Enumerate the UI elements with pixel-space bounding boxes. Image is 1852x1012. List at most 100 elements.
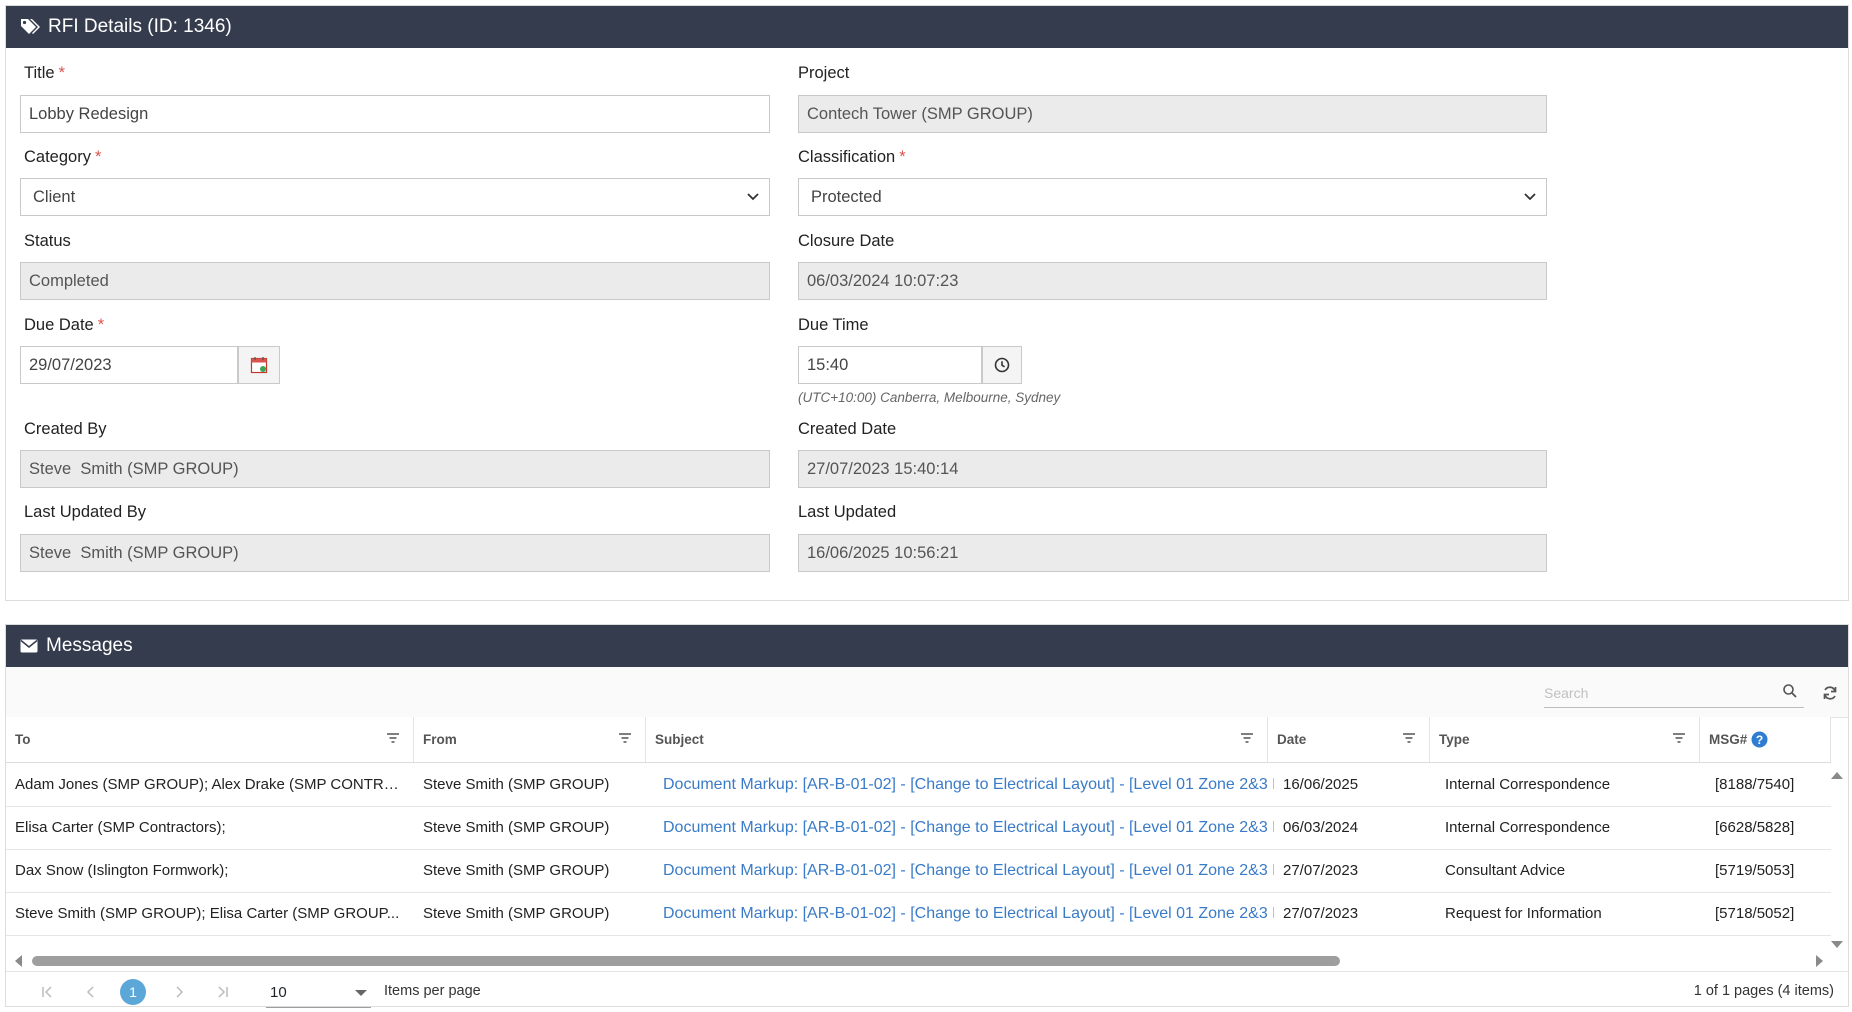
column-header-date[interactable]: Date	[1268, 717, 1430, 762]
cell-date: 27/07/2023	[1283, 905, 1359, 922]
rfi-details-header: RFI Details (ID: 1346)	[6, 6, 1848, 48]
cell-type: Internal Correspondence	[1445, 819, 1611, 836]
filter-icon[interactable]	[1673, 733, 1685, 743]
filter-icon[interactable]	[1241, 733, 1253, 743]
subject-link[interactable]: Document Markup: [AR-B-01-02] - [Change …	[654, 763, 1274, 806]
cell-to: Elisa Carter (SMP Contractors);	[15, 819, 226, 836]
classification-select[interactable]: Protected	[798, 178, 1547, 216]
time-picker-button[interactable]	[982, 346, 1022, 384]
project-value: Contech Tower (SMP GROUP)	[807, 104, 1033, 123]
last-page-button[interactable]	[210, 979, 236, 1005]
created-date-label: Created Date	[798, 420, 897, 438]
last-updated-label: Last Updated	[798, 503, 897, 521]
first-page-icon	[42, 986, 52, 998]
cell-to: Dax Snow (Islington Formwork);	[15, 862, 229, 879]
last-updated-field: 16/06/2025 10:56:21	[798, 534, 1547, 572]
filter-icon[interactable]	[387, 733, 399, 743]
chevron-down-icon	[1524, 193, 1536, 201]
calendar-button[interactable]	[238, 346, 280, 384]
search-icon[interactable]	[1782, 683, 1798, 699]
column-header-subject[interactable]: Subject	[646, 717, 1268, 762]
closure-date-value: 06/03/2024 10:07:23	[807, 271, 959, 290]
page-size-select[interactable]: 10	[266, 978, 371, 1008]
filter-icon[interactable]	[619, 733, 631, 743]
last-updated-by-field: Steve Smith (SMP GROUP)	[20, 534, 770, 572]
title-input[interactable]: Lobby Redesign	[20, 95, 770, 133]
messages-table-header: To From Subject Date Type MSG# ?	[6, 717, 1831, 763]
messages-title: Messages	[46, 635, 133, 656]
category-label: Category *	[24, 148, 102, 166]
table-row[interactable]: Adam Jones (SMP GROUP); Alex Drake (SMP …	[6, 763, 1831, 807]
scroll-up-arrow-icon[interactable]	[1829, 769, 1845, 781]
cell-msg: [5718/5052]	[1715, 905, 1795, 922]
due-date-label: Due Date *	[24, 316, 105, 334]
cell-msg: [5719/5053]	[1715, 862, 1795, 879]
due-date-value: 29/07/2023	[29, 355, 112, 374]
cell-date: 06/03/2024	[1283, 819, 1359, 836]
rfi-details-panel: RFI Details (ID: 1346) Title * Lobby Rede…	[5, 5, 1849, 601]
status-value: Completed	[29, 271, 109, 290]
messages-panel: Messages To From Subject	[5, 624, 1849, 1008]
status-field: Completed	[20, 262, 770, 300]
horizontal-scroll-thumb[interactable]	[32, 956, 1340, 966]
cell-from: Steve Smith (SMP GROUP)	[423, 819, 610, 836]
envelope-icon	[20, 639, 38, 653]
vertical-scrollbar[interactable]	[1828, 765, 1846, 955]
column-header-to[interactable]: To	[6, 717, 414, 762]
cell-msg: [8188/7540]	[1715, 776, 1795, 793]
cell-msg: [6628/5828]	[1715, 819, 1795, 836]
tags-icon	[21, 19, 40, 34]
closure-date-label: Closure Date	[798, 232, 895, 250]
caret-down-icon	[355, 989, 367, 996]
next-page-button[interactable]	[166, 979, 192, 1005]
cell-date: 16/06/2025	[1283, 776, 1359, 793]
required-marker: *	[94, 148, 102, 166]
search-input[interactable]	[1544, 685, 1764, 701]
category-select[interactable]: Client	[20, 178, 770, 216]
status-label: Status	[24, 232, 71, 250]
project-label: Project	[798, 64, 850, 82]
refresh-icon[interactable]	[1822, 685, 1838, 701]
prev-page-button[interactable]	[78, 979, 104, 1005]
project-field: Contech Tower (SMP GROUP)	[798, 95, 1547, 133]
cell-to: Steve Smith (SMP GROUP); Elisa Carter (S…	[15, 905, 400, 922]
subject-link[interactable]: Document Markup: [AR-B-01-02] - [Change …	[654, 806, 1274, 849]
due-date-input[interactable]: 29/07/2023	[20, 346, 238, 384]
scroll-left-arrow-icon[interactable]	[12, 953, 24, 969]
clock-icon	[994, 357, 1010, 373]
timezone-note: (UTC+10:00) Canberra, Melbourne, Sydney	[798, 390, 1061, 405]
created-date-field: 27/07/2023 15:40:14	[798, 450, 1547, 488]
chevron-left-icon	[86, 986, 94, 998]
calendar-icon	[250, 357, 268, 374]
last-updated-by-value: Steve Smith (SMP GROUP)	[29, 543, 239, 562]
pager-summary: 1 of 1 pages (4 items)	[1693, 982, 1834, 999]
horizontal-scrollbar[interactable]	[12, 951, 1834, 969]
subject-link[interactable]: Document Markup: [AR-B-01-02] - [Change …	[654, 849, 1274, 892]
scroll-right-arrow-icon[interactable]	[1814, 953, 1826, 969]
svg-text:?: ?	[1756, 733, 1763, 747]
due-time-input[interactable]: 15:40	[798, 346, 982, 384]
table-row[interactable]: Elisa Carter (SMP Contractors); Steve Sm…	[6, 806, 1831, 850]
title-value: Lobby Redesign	[29, 104, 149, 123]
first-page-button[interactable]	[34, 979, 60, 1005]
filter-icon[interactable]	[1403, 733, 1415, 743]
created-by-field: Steve Smith (SMP GROUP)	[20, 450, 770, 488]
page-number-button[interactable]: 1	[120, 979, 146, 1005]
subject-link[interactable]: Document Markup: [AR-B-01-02] - [Change …	[654, 892, 1274, 935]
scroll-down-arrow-icon[interactable]	[1829, 939, 1845, 951]
created-by-value: Steve Smith (SMP GROUP)	[29, 459, 239, 478]
chevron-right-icon	[176, 986, 184, 998]
rfi-details-title: RFI Details (ID: 1346)	[48, 16, 232, 37]
cell-type: Request for Information	[1445, 905, 1602, 922]
help-icon[interactable]: ?	[1751, 731, 1768, 748]
column-header-msg[interactable]: MSG# ?	[1700, 717, 1831, 762]
cell-type: Consultant Advice	[1445, 862, 1566, 879]
table-row[interactable]: Steve Smith (SMP GROUP); Elisa Carter (S…	[6, 892, 1831, 936]
last-updated-by-label: Last Updated By	[24, 503, 146, 521]
table-row[interactable]: Dax Snow (Islington Formwork); Steve Smi…	[6, 849, 1831, 893]
classification-value: Protected	[811, 187, 882, 206]
chevron-down-icon	[747, 193, 759, 201]
column-header-type[interactable]: Type	[1430, 717, 1700, 762]
column-header-from[interactable]: From	[414, 717, 646, 762]
cell-to: Adam Jones (SMP GROUP); Alex Drake (SMP …	[15, 776, 406, 793]
